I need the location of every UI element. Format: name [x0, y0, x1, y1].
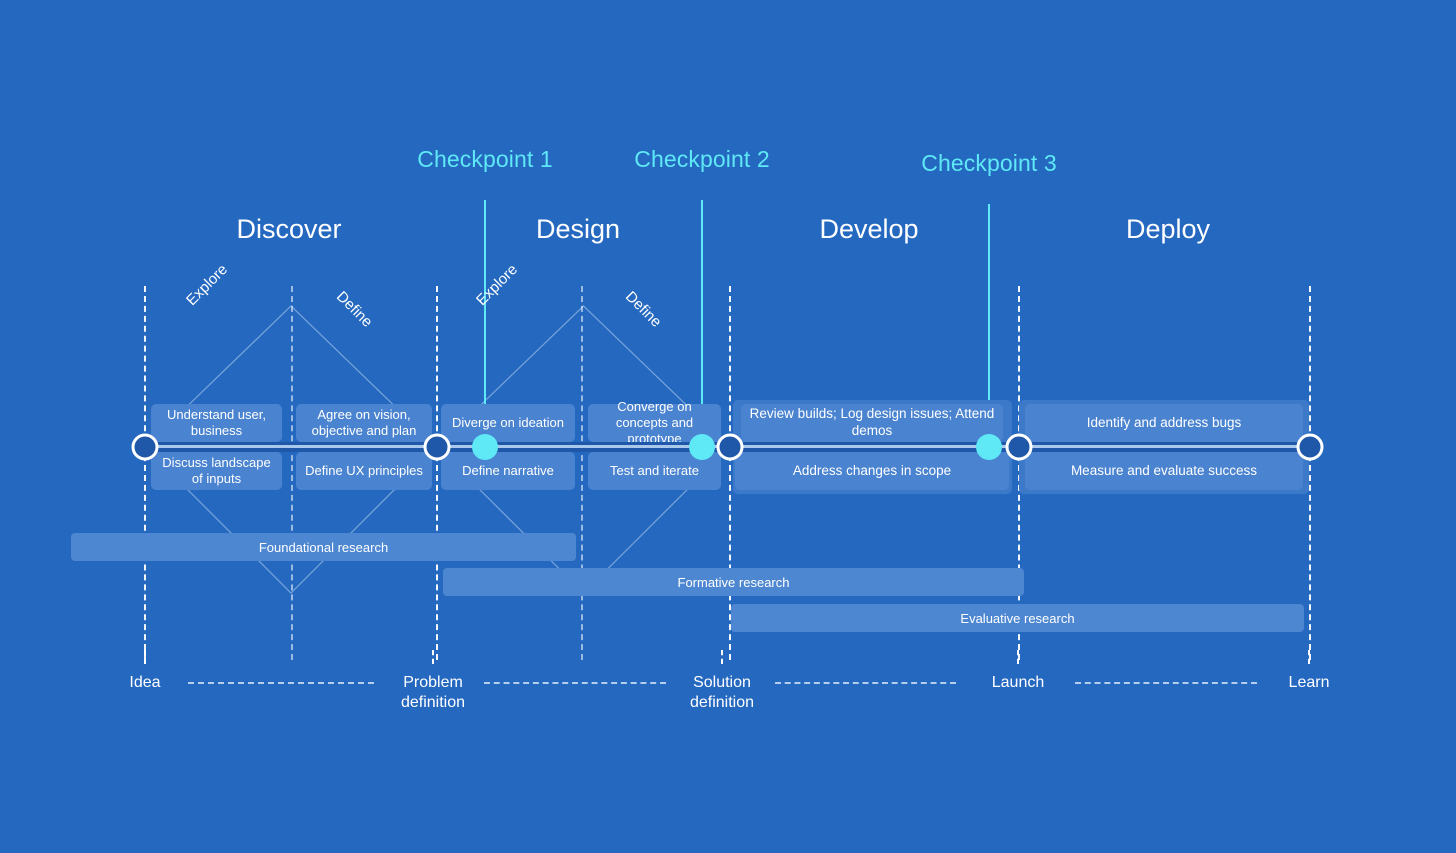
phase-divider-2 — [291, 286, 293, 660]
milestone-label-problem[interactable]: Problem definition — [401, 673, 465, 713]
phase-title-develop: Develop — [819, 214, 919, 244]
diamond-label-explore-1: Explore — [183, 261, 231, 310]
milestone-connector-1 — [188, 682, 374, 684]
research-bar-1[interactable]: Foundational research — [71, 533, 576, 561]
activity-box-bottom-2[interactable]: Define UX principles — [296, 452, 432, 490]
phase-divider-3 — [436, 286, 438, 660]
timeline-node-3[interactable] — [716, 433, 744, 461]
phase-title-design: Design — [535, 214, 621, 244]
activity-box-top-1[interactable]: Understand user, business — [151, 404, 282, 442]
activity-box-bottom-6[interactable]: Measure and evaluate success — [1025, 452, 1303, 490]
diamond-label-explore-3: Explore — [473, 261, 521, 310]
milestone-label-learn[interactable]: Learn — [1289, 673, 1330, 693]
activity-box-top-2[interactable]: Agree on vision, objective and plan — [296, 404, 432, 442]
checkpoint-dot-1[interactable] — [472, 434, 498, 460]
timeline-node-4[interactable] — [1005, 433, 1033, 461]
diagram-canvas: Checkpoint 1 Checkpoint 2 Checkpoint 3 Dis… — [0, 0, 1456, 853]
milestone-label-launch[interactable]: Launch — [992, 673, 1045, 693]
milestone-label-idea[interactable]: Idea — [129, 673, 160, 693]
activity-box-bottom-3[interactable]: Define narrative — [441, 452, 575, 490]
milestone-connector-2 — [484, 682, 666, 684]
activity-box-bottom-5[interactable]: Address changes in scope — [735, 452, 1009, 490]
phase-divider-4 — [581, 286, 583, 660]
activity-box-top-3[interactable]: Diverge on ideation — [441, 404, 575, 442]
timeline-node-2[interactable] — [423, 433, 451, 461]
checkpoint-dot-2[interactable] — [689, 434, 715, 460]
activity-box-bottom-1[interactable]: Discuss landscape of inputs — [151, 452, 282, 490]
activity-box-top-5[interactable]: Review builds; Log design issues; Attend… — [741, 404, 1003, 442]
timeline-node-1[interactable] — [131, 433, 159, 461]
phase-divider-5 — [729, 286, 731, 660]
research-bar-3[interactable]: Evaluative research — [731, 604, 1304, 632]
diamond-label-define-2: Define — [332, 288, 376, 331]
checkpoint-dot-3[interactable] — [976, 434, 1002, 460]
milestone-tick-3 — [721, 650, 723, 664]
checkpoint-label-3[interactable]: Checkpoint 3 — [921, 150, 1056, 177]
milestone-tick-5 — [1308, 650, 1310, 664]
milestone-tick-1 — [144, 650, 146, 664]
checkpoint-label-2[interactable]: Checkpoint 2 — [634, 146, 769, 173]
milestone-tick-2 — [432, 650, 434, 664]
diamond-label-define-4: Define — [621, 288, 665, 331]
milestone-tick-4 — [1017, 650, 1019, 664]
phase-divider-1 — [144, 286, 146, 660]
timeline-node-5[interactable] — [1296, 433, 1324, 461]
milestone-connector-3 — [775, 682, 956, 684]
milestone-connector-4 — [1075, 682, 1257, 684]
activity-box-top-6[interactable]: Identify and address bugs — [1025, 404, 1303, 442]
research-bar-2[interactable]: Formative research — [443, 568, 1024, 596]
phase-title-deploy: Deploy — [1125, 214, 1211, 244]
checkpoint-label-1[interactable]: Checkpoint 1 — [417, 146, 552, 173]
phase-divider-7 — [1309, 286, 1311, 660]
phase-title-discover: Discover — [236, 214, 342, 244]
milestone-label-solution[interactable]: Solution definition — [690, 673, 754, 713]
